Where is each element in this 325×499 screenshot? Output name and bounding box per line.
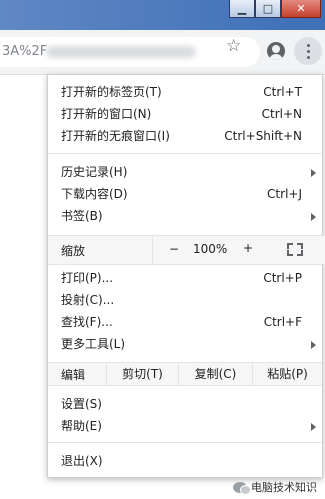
menu-item-shortcut: Ctrl+J (267, 187, 302, 201)
menu-item-label: 打开新的标签页(T) (61, 85, 162, 99)
menu-item-shortcut: Ctrl+Shift+N (224, 129, 302, 143)
menu-item-shortcut: Ctrl+T (263, 85, 302, 99)
window-controls: ▁ □ ✕ (229, 0, 321, 20)
url-text: 3A%2F (2, 44, 48, 59)
zoom-level: 100% (193, 242, 228, 256)
url-redacted (46, 46, 196, 58)
menu-item-label: 下载内容(D) (61, 187, 128, 201)
menu-item-print[interactable]: 打印(P)... Ctrl+P (48, 267, 322, 289)
menu-item-label: 更多工具(L) (61, 337, 126, 351)
watermark: 电脑技术知识 (233, 479, 317, 495)
cut-button[interactable]: 剪切(T) (106, 363, 178, 385)
zoom-out-button[interactable]: − (169, 242, 179, 256)
menu-item-shortcut: Ctrl+F (263, 315, 302, 329)
watermark-text: 电脑技术知识 (251, 481, 317, 494)
menu-item-settings[interactable]: 设置(S) (48, 393, 322, 415)
menu-item-label: 退出(X) (61, 454, 103, 468)
menu-item-bookmarks[interactable]: 书签(B) (48, 205, 322, 227)
fullscreen-icon[interactable] (287, 243, 303, 256)
close-button[interactable]: ✕ (281, 0, 321, 18)
menu-item-cast[interactable]: 投射(C)... (48, 289, 322, 311)
edit-row: 编辑 剪切(T) 复制(C) 粘贴(P) (48, 362, 322, 386)
menu-item-new-window[interactable]: 打开新的窗口(N) Ctrl+N (48, 103, 322, 125)
menu-item-shortcut: Ctrl+N (261, 107, 302, 121)
submenu-arrow-icon (311, 423, 316, 431)
menu-separator (48, 153, 322, 154)
paste-button[interactable]: 粘贴(P) (252, 363, 322, 385)
profile-icon[interactable] (267, 42, 285, 60)
menu-separator (48, 442, 322, 443)
menu-item-label: 打开新的无痕窗口(I) (61, 129, 170, 143)
minimize-button[interactable]: ▁ (229, 0, 255, 18)
submenu-arrow-icon (311, 169, 316, 177)
wechat-icon (233, 481, 251, 495)
menu-item-downloads[interactable]: 下载内容(D) Ctrl+J (48, 183, 322, 205)
submenu-arrow-icon (311, 213, 316, 221)
edit-label: 编辑 (61, 368, 86, 382)
submenu-arrow-icon (311, 341, 316, 349)
zoom-label: 缩放 (61, 244, 86, 258)
menu-item-label: 打印(P)... (61, 271, 114, 285)
menu-item-label: 查找(F)... (61, 315, 113, 329)
menu-item-history[interactable]: 历史记录(H) (48, 161, 322, 183)
address-bar[interactable]: 3A%2F (0, 37, 260, 67)
menu-item-incognito[interactable]: 打开新的无痕窗口(I) Ctrl+Shift+N (48, 125, 322, 147)
menu-item-label: 书签(B) (61, 209, 103, 223)
zoom-in-button[interactable]: + (243, 241, 253, 255)
menu-item-shortcut: Ctrl+P (263, 271, 302, 285)
copy-button[interactable]: 复制(C) (178, 363, 252, 385)
menu-item-exit[interactable]: 退出(X) (48, 450, 322, 472)
menu-item-new-tab[interactable]: 打开新的标签页(T) Ctrl+T (48, 81, 322, 103)
menu-item-label: 帮助(E) (61, 419, 102, 433)
browser-toolbar: 3A%2F ☆ (0, 30, 325, 75)
menu-item-more-tools[interactable]: 更多工具(L) (48, 333, 322, 355)
zoom-controls: − 100% + (152, 236, 325, 264)
chrome-main-menu: 打开新的标签页(T) Ctrl+T 打开新的窗口(N) Ctrl+N 打开新的无… (47, 74, 325, 478)
menu-item-label: 投射(C)... (61, 293, 115, 307)
menu-item-find[interactable]: 查找(F)... Ctrl+F (48, 311, 322, 333)
window-title-bar: ▁ □ ✕ (0, 0, 325, 30)
maximize-button[interactable]: □ (255, 0, 281, 18)
star-icon[interactable]: ☆ (226, 36, 241, 56)
zoom-row: 缩放 − 100% + (48, 235, 325, 265)
menu-item-help[interactable]: 帮助(E) (48, 415, 322, 437)
more-vert-icon[interactable] (294, 37, 322, 65)
menu-item-label: 打开新的窗口(N) (61, 107, 152, 121)
menu-item-label: 历史记录(H) (61, 165, 128, 179)
menu-item-label: 设置(S) (61, 397, 102, 411)
